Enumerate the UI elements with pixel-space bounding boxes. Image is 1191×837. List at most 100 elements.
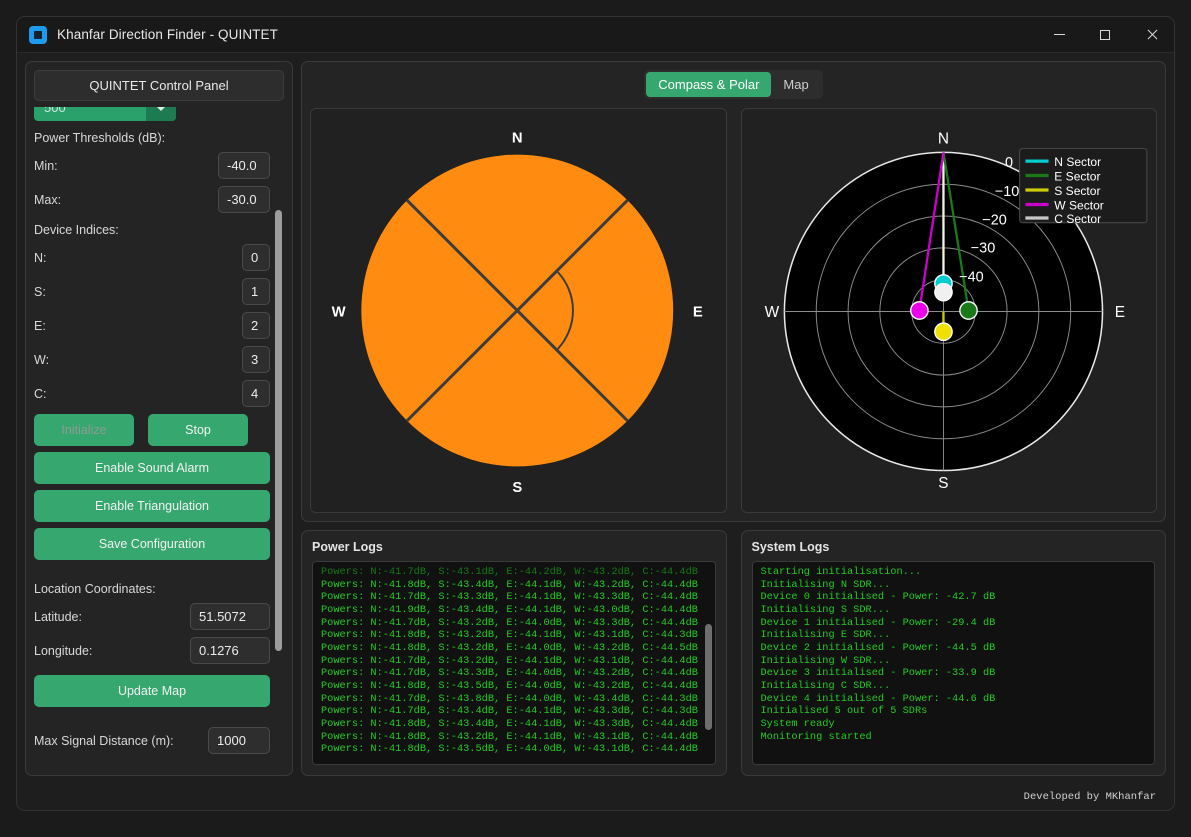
legend-label-c-sector: C Sector — [1054, 212, 1101, 226]
polar-label-w: W — [764, 304, 779, 321]
system-log-line: Initialising W SDR... — [760, 654, 891, 667]
power-logs-panel: Power Logs Powers: N:-41.7dB, S:-43.1dB,… — [301, 530, 727, 776]
power-thresholds-label: Power Thresholds (dB): — [34, 131, 166, 145]
system-logs-panel: System Logs Starting initialisation... I… — [740, 530, 1166, 776]
max-distance-row: Max Signal Distance (m): 1000 — [34, 727, 270, 754]
device-row-w: W: 3 — [34, 346, 270, 373]
device-label-s: S: — [34, 284, 46, 299]
device-label-c: C: — [34, 386, 47, 401]
sidebar-scroll-area: 500 Power Thresholds (dB): Min: -40.0 Ma… — [34, 107, 284, 767]
power-logs-scrollbar-thumb[interactable] — [704, 624, 712, 730]
maximize-button[interactable] — [1082, 17, 1128, 52]
polar-marker-s-sector — [933, 322, 953, 342]
system-log-line: Monitoring started — [760, 730, 872, 743]
logs-row: Power Logs Powers: N:-41.7dB, S:-43.1dB,… — [301, 530, 1166, 776]
system-log-line: Starting initialisation... — [760, 566, 922, 578]
compass-label-s: S — [512, 480, 522, 496]
visualisation-panel: Compass & Polar Map N E S W 0 −10 −20 −3… — [301, 61, 1166, 522]
window-body: QUINTET Control Panel 500 Power Threshol… — [17, 53, 1174, 784]
compass-label-w: W — [332, 304, 346, 320]
polar-label-e: E — [1114, 304, 1124, 321]
polar-rtick--20: −20 — [982, 213, 1007, 229]
power-logs-box[interactable]: Powers: N:-41.7dB, S:-43.1dB, E:-44.2dB,… — [312, 561, 716, 765]
update-map-button[interactable]: Update Map — [34, 675, 270, 707]
legend-label-w-sector: W Sector — [1054, 198, 1103, 212]
system-log-line: Initialising S SDR... — [760, 603, 891, 616]
enable-sound-alarm-button[interactable]: Enable Sound Alarm — [34, 452, 270, 484]
legend-label-e-sector: E Sector — [1054, 169, 1100, 183]
system-log-line: Device 3 initialised - Power: -33.9 dB — [760, 667, 996, 680]
device-row-c: C: 4 — [34, 380, 270, 407]
init-stop-row: Initialize Stop — [34, 414, 270, 452]
legend-label-s-sector: S Sector — [1054, 184, 1100, 198]
min-threshold-input[interactable]: -40.0 — [218, 152, 270, 179]
latitude-input[interactable]: 51.5072 — [190, 603, 270, 630]
device-label-n: N: — [34, 250, 47, 265]
power-log-line: Powers: N:-41.8dB, S:-43.4dB, E:-44.1dB,… — [321, 717, 698, 730]
power-log-line: Powers: N:-41.8dB, S:-43.2dB, E:-44.1dB,… — [321, 730, 698, 743]
close-button[interactable] — [1128, 17, 1174, 52]
device-input-n[interactable]: 0 — [242, 244, 270, 271]
app-square-icon — [29, 25, 47, 44]
tab-map[interactable]: Map — [771, 72, 820, 97]
minimize-button[interactable] — [1036, 17, 1082, 52]
system-log-line: Device 4 initialised - Power: -44.6 dB — [760, 692, 996, 705]
system-log-line: Device 2 initialised - Power: -44.5 dB — [760, 641, 996, 654]
device-input-w[interactable]: 3 — [242, 346, 270, 373]
enable-triangulation-button[interactable]: Enable Triangulation — [34, 490, 270, 522]
chevron-down-icon[interactable] — [146, 107, 176, 121]
device-row-e: E: 2 — [34, 312, 270, 339]
compass-label-n: N — [512, 131, 523, 147]
power-log-line: Powers: N:-41.8dB, S:-43.2dB, E:-44.1dB,… — [321, 629, 698, 642]
sample-rate-dropdown[interactable]: 500 — [34, 107, 176, 121]
max-distance-input[interactable]: 1000 — [208, 727, 270, 754]
power-log-line: Powers: N:-41.7dB, S:-43.1dB, E:-44.2dB,… — [321, 566, 698, 578]
sidebar-scrollbar[interactable] — [275, 113, 282, 761]
latitude-row: Latitude: 51.5072 — [34, 603, 270, 630]
polar-rtick-0: 0 — [1004, 155, 1012, 171]
minimize-icon — [1053, 34, 1065, 35]
device-row-n: N: 0 — [34, 244, 270, 271]
device-label-e: E: — [34, 318, 46, 333]
tab-bar: Compass & Polar Map — [310, 70, 1157, 99]
device-indices-label: Device Indices: — [34, 223, 119, 237]
device-input-c[interactable]: 4 — [242, 380, 270, 407]
max-threshold-input[interactable]: -30.0 — [218, 186, 270, 213]
power-log-line: Powers: N:-41.8dB, S:-43.2dB, E:-44.0dB,… — [321, 641, 698, 654]
system-log-line: Device 0 initialised - Power: -42.7 dB — [760, 591, 996, 604]
min-threshold-label: Min: — [34, 158, 58, 173]
location-coordinates-label: Location Coordinates: — [34, 582, 156, 596]
polar-rtick--10: −10 — [994, 184, 1019, 200]
system-logs-box[interactable]: Starting initialisation... Initialising … — [751, 561, 1155, 765]
sidebar-scrollbar-thumb[interactable] — [275, 210, 282, 651]
compass-plot: N E S W — [310, 108, 727, 513]
system-log-line: Initialising C SDR... — [760, 679, 891, 692]
polar-marker-w-sector — [909, 301, 929, 320]
title-bar: Khanfar Direction Finder - QUINTET — [17, 17, 1174, 53]
tab-compass-polar[interactable]: Compass & Polar — [646, 72, 772, 97]
device-input-e[interactable]: 2 — [242, 312, 270, 339]
system-log-line: System ready — [760, 717, 835, 730]
tab-group: Compass & Polar Map — [644, 70, 823, 99]
initialize-button[interactable]: Initialize — [34, 414, 134, 446]
longitude-input[interactable]: 0.1276 — [190, 637, 270, 664]
legend-label-n-sector: N Sector — [1054, 155, 1101, 169]
max-distance-label: Max Signal Distance (m): — [34, 733, 174, 748]
device-label-w: W: — [34, 352, 50, 367]
power-log-line: Powers: N:-41.7dB, S:-43.4dB, E:-44.1dB,… — [321, 705, 698, 718]
plots-row: N E S W 0 −10 −20 −30 −40 N E S W N Sect… — [310, 108, 1157, 513]
polar-svg: 0 −10 −20 −30 −40 N E S W N Sector E Sec… — [741, 117, 1156, 504]
status-bar: Developed by MKhanfar — [17, 784, 1174, 810]
main-content: Compass & Polar Map N E S W 0 −10 −20 −3… — [301, 61, 1166, 776]
system-log-line: Initialising E SDR... — [760, 629, 891, 642]
polar-plot: 0 −10 −20 −30 −40 N E S W N Sector E Sec… — [740, 108, 1157, 513]
compass-svg: N E S W — [311, 109, 726, 512]
power-log-line: Powers: N:-41.7dB, S:-43.2dB, E:-44.1dB,… — [321, 654, 698, 667]
system-log-line: Initialised 5 out of 5 SDRs — [760, 705, 928, 718]
max-threshold-row: Max: -30.0 — [34, 186, 270, 213]
device-input-s[interactable]: 1 — [242, 278, 270, 305]
longitude-label: Longitude: — [34, 643, 93, 658]
window-controls — [1036, 17, 1174, 52]
stop-button[interactable]: Stop — [148, 414, 248, 446]
save-configuration-button[interactable]: Save Configuration — [34, 528, 270, 560]
